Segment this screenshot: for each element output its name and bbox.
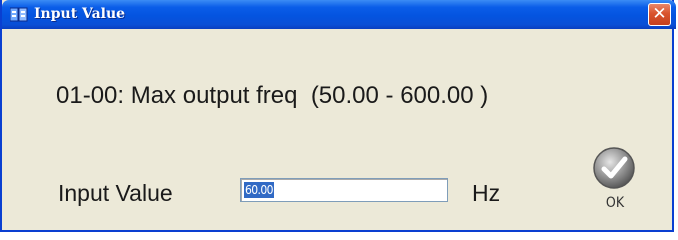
value-input[interactable]: 60.00 bbox=[240, 178, 448, 202]
input-value-dialog: Input Value ✕ 01-00: Max output freq (50… bbox=[0, 0, 676, 232]
ok-label: OK bbox=[605, 195, 625, 211]
ok-button[interactable]: OK bbox=[580, 146, 650, 222]
unit-label: Hz bbox=[472, 180, 501, 206]
close-button[interactable]: ✕ bbox=[648, 3, 671, 26]
parameter-label: 01-00: Max output freq (50.00 - 600.00 ) bbox=[56, 82, 489, 109]
checkmark-icon bbox=[593, 147, 635, 189]
close-icon: ✕ bbox=[652, 4, 667, 24]
app-icon bbox=[10, 7, 28, 22]
title-bar[interactable]: Input Value ✕ bbox=[2, 0, 676, 29]
value-input-text: 60.00 bbox=[244, 182, 274, 198]
input-value-label: Input Value bbox=[58, 180, 173, 206]
window-title: Input Value bbox=[34, 6, 126, 22]
